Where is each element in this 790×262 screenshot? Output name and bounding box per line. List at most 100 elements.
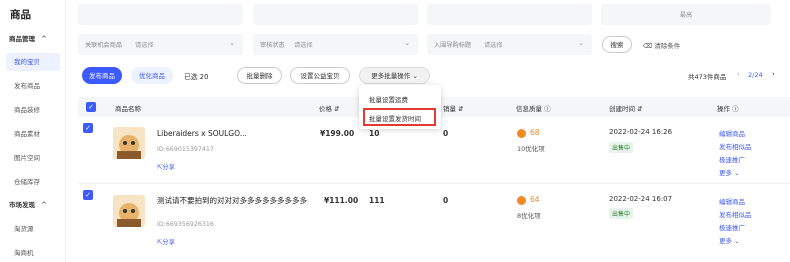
quality-score-icon — [517, 129, 526, 138]
product-stock[interactable]: 10 — [369, 129, 379, 138]
header-created[interactable]: 创建时间 ⇵ — [609, 103, 643, 113]
chevron-down-icon: ⌄ — [734, 169, 740, 177]
more-label: 更多 — [719, 237, 732, 245]
quality-score: 68 — [530, 128, 540, 137]
batch-set-shipping-option[interactable]: 批量设置运费 — [369, 94, 408, 104]
related-opportunity-value: 请选择 — [135, 42, 154, 49]
share-link[interactable]: ⇱分享 — [157, 237, 175, 246]
header-price[interactable]: 价格 ⇵ — [319, 103, 340, 113]
header-quality: 信息质量 ⓘ — [516, 103, 551, 113]
chevron-down-icon: ⌄ — [412, 72, 418, 80]
related-opportunity-select[interactable]: 关联机会商品 请选择 ⌄ — [78, 34, 243, 55]
more-actions-link[interactable]: 更多 ⌄ — [719, 167, 740, 177]
sidebar-section-label: 商品管理 — [9, 35, 35, 43]
sidebar-section-market[interactable]: 市场发现 ^ — [0, 196, 66, 214]
share-label: 分享 — [162, 239, 175, 246]
optimize-items[interactable]: 8优化项 — [517, 210, 541, 220]
clear-icon: ⌫ — [643, 42, 655, 50]
filter-box-3[interactable] — [427, 4, 592, 25]
edit-product-link[interactable]: 编辑商品 — [719, 196, 745, 206]
publish-product-button[interactable]: 发布商品 — [82, 67, 122, 84]
related-opportunity-label: 关联机会商品 — [85, 42, 123, 49]
quality-score-icon — [517, 196, 526, 205]
publish-similar-link[interactable]: 发布相似品 — [719, 209, 752, 219]
audit-status-value: 请选择 — [294, 42, 313, 49]
entry-title-select[interactable]: 入围导购标题 请选择 ⌄ — [427, 34, 592, 55]
sort-icon: ⇵ — [458, 105, 464, 113]
sort-icon: ⇵ — [334, 105, 340, 113]
chevron-down-icon: ⌄ — [578, 39, 584, 47]
sidebar-section-product-management[interactable]: 商品管理 ^ — [0, 30, 66, 48]
status-badge: 出售中 — [609, 142, 634, 153]
row-divider — [78, 183, 790, 184]
header-actions-label: 操作 — [717, 105, 730, 113]
header-created-label: 创建时间 — [609, 105, 635, 113]
row-checkbox[interactable]: ✓ — [83, 190, 93, 200]
product-sales: 0 — [443, 129, 449, 138]
total-count: 共473件商品 — [688, 73, 727, 81]
header-name: 商品名称 — [115, 105, 141, 113]
chevron-down-icon: ⌄ — [229, 39, 235, 47]
sidebar-item-image-space[interactable]: 图片空间 — [0, 149, 66, 167]
edit-product-link[interactable]: 编辑商品 — [719, 128, 745, 138]
sidebar-item-inventory[interactable]: 仓储库存 — [0, 173, 66, 191]
publish-similar-link[interactable]: 发布相似品 — [719, 141, 752, 151]
created-time: 2022-02-24 16:07 — [609, 195, 673, 203]
optimize-product-button[interactable]: 优化商品 — [131, 67, 173, 84]
sidebar-item-materials[interactable]: 商品素材 — [0, 125, 66, 143]
search-button[interactable]: 搜索 — [602, 36, 632, 53]
clear-conditions-button[interactable]: ⌫ 清除条件 — [643, 40, 680, 50]
sidebar-title: 商品 — [10, 9, 31, 21]
batch-delete-button[interactable]: 批量删除 — [237, 67, 282, 84]
filter-box-2[interactable] — [253, 4, 418, 25]
status-badge: 出售中 — [609, 208, 634, 219]
next-page-icon[interactable]: › — [772, 70, 775, 78]
sidebar-section-label: 市场发现 — [9, 201, 35, 209]
quick-promote-link[interactable]: 极速推广 — [719, 154, 745, 164]
page-indicator: 2/24 — [748, 71, 763, 79]
sidebar-item-publish[interactable]: 发布商品 — [0, 77, 66, 95]
more-batch-label: 更多批量操作 — [371, 72, 411, 80]
chevron-down-icon: ⌄ — [734, 237, 740, 245]
clear-label: 清除条件 — [654, 42, 681, 50]
chevron-up-icon: ^ — [41, 35, 47, 43]
created-time: 2022-02-24 16:26 — [609, 128, 673, 136]
product-sales: 0 — [443, 196, 449, 205]
more-batch-actions-button[interactable]: 更多批量操作 ⌄ — [359, 67, 430, 84]
quick-promote-link[interactable]: 极速推广 — [719, 222, 745, 232]
optimize-items[interactable]: 10优化项 — [517, 143, 545, 153]
set-charity-button[interactable]: 设置公益宝贝 — [290, 67, 350, 84]
header-actions: 操作 ⓘ — [717, 103, 739, 113]
product-stock[interactable]: 111 — [369, 196, 385, 205]
sidebar-item-taohuoyuan[interactable]: 淘货源 — [0, 220, 66, 238]
product-thumbnail[interactable] — [113, 195, 145, 227]
row-checkbox[interactable]: ✓ — [83, 123, 93, 133]
product-thumbnail[interactable] — [113, 127, 145, 159]
price-max-placeholder: 最高 — [679, 12, 693, 19]
prev-page-icon[interactable]: ‹ — [737, 70, 740, 78]
select-all-checkbox[interactable]: ✓ — [86, 102, 96, 112]
more-actions-link[interactable]: 更多 ⌄ — [719, 235, 740, 245]
product-id: ID:669015397417 — [157, 146, 214, 153]
sidebar-item-my-items[interactable]: 我的宝贝 — [6, 53, 60, 71]
filter-box-1[interactable] — [78, 4, 243, 25]
sidebar-item-decoration[interactable]: 商品装修 — [0, 101, 66, 119]
header-price-label: 价格 — [319, 105, 332, 113]
entry-title-value: 请选择 — [484, 42, 503, 49]
price-max-input[interactable]: 最高 — [601, 4, 771, 25]
product-title[interactable]: 测试请不要拍到的对对对多多多多多多多多多 — [157, 196, 307, 206]
highlight-box — [363, 108, 436, 126]
sidebar: 商品 商品管理 ^ 我的宝贝 发布商品 商品装修 商品素材 图片空间 仓储库存 市… — [0, 0, 66, 262]
audit-status-select[interactable]: 审核状态 请选择 ⌄ — [253, 34, 418, 55]
sidebar-item-taoshangji[interactable]: 淘商机 — [0, 244, 66, 262]
selected-count: 已选 20 — [184, 73, 209, 81]
entry-title-label: 入围导购标题 — [434, 42, 472, 49]
product-title[interactable]: Liberaiders x SOULGO... — [157, 129, 247, 138]
header-sales-label: 销量 — [443, 105, 456, 113]
chevron-down-icon: ⌄ — [404, 39, 410, 47]
share-link[interactable]: ⇱分享 — [157, 162, 175, 171]
more-label: 更多 — [719, 169, 732, 177]
header-sales[interactable]: 销量 ⇵ — [443, 103, 464, 113]
product-price: ¥111.00 — [324, 196, 359, 205]
chevron-up-icon: ^ — [41, 201, 47, 209]
